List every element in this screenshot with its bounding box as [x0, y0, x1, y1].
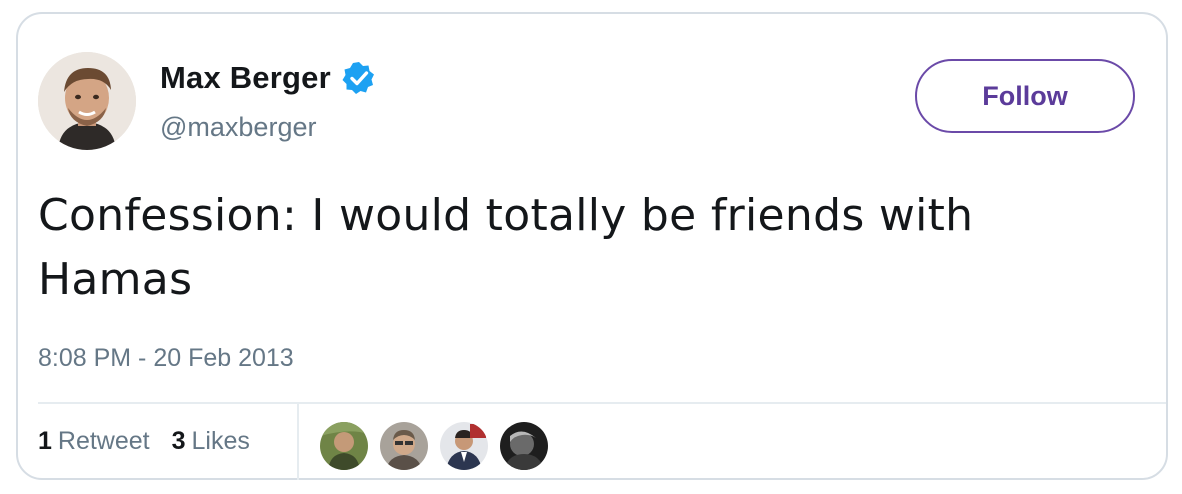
liker-avatar-4[interactable]: [500, 422, 548, 470]
likes-stat[interactable]: 3 Likes: [172, 427, 250, 456]
liker-avatar-2[interactable]: [380, 422, 428, 470]
liked-by-avatars: [320, 422, 560, 470]
liker-avatar-3[interactable]: [440, 422, 488, 470]
author-handle[interactable]: @maxberger: [160, 112, 316, 143]
tweet-timestamp[interactable]: 8:08 PM - 20 Feb 2013: [38, 344, 294, 373]
stats-vertical-divider: [297, 402, 299, 480]
author-avatar[interactable]: [38, 52, 136, 150]
likes-count: 3: [171, 426, 186, 455]
tweet-stats: 1 Retweet 3 Likes: [38, 402, 272, 480]
tweet-card: Max Berger @maxberger Follow Confession:…: [16, 12, 1168, 480]
author-name-row: Max Berger: [160, 60, 377, 96]
follow-button[interactable]: Follow: [915, 59, 1135, 133]
likes-label: Likes: [191, 426, 250, 455]
tweet-text: Confession: I would totally be friends w…: [38, 190, 974, 305]
retweets-stat[interactable]: 1 Retweet: [38, 427, 150, 456]
retweets-label: Retweet: [57, 426, 150, 455]
liker-avatar-1[interactable]: [320, 422, 368, 470]
author-display-name[interactable]: Max Berger: [160, 60, 331, 96]
retweets-count: 1: [38, 426, 52, 455]
verified-badge-icon: [341, 60, 377, 96]
avatar-photo-icon: [38, 52, 136, 150]
